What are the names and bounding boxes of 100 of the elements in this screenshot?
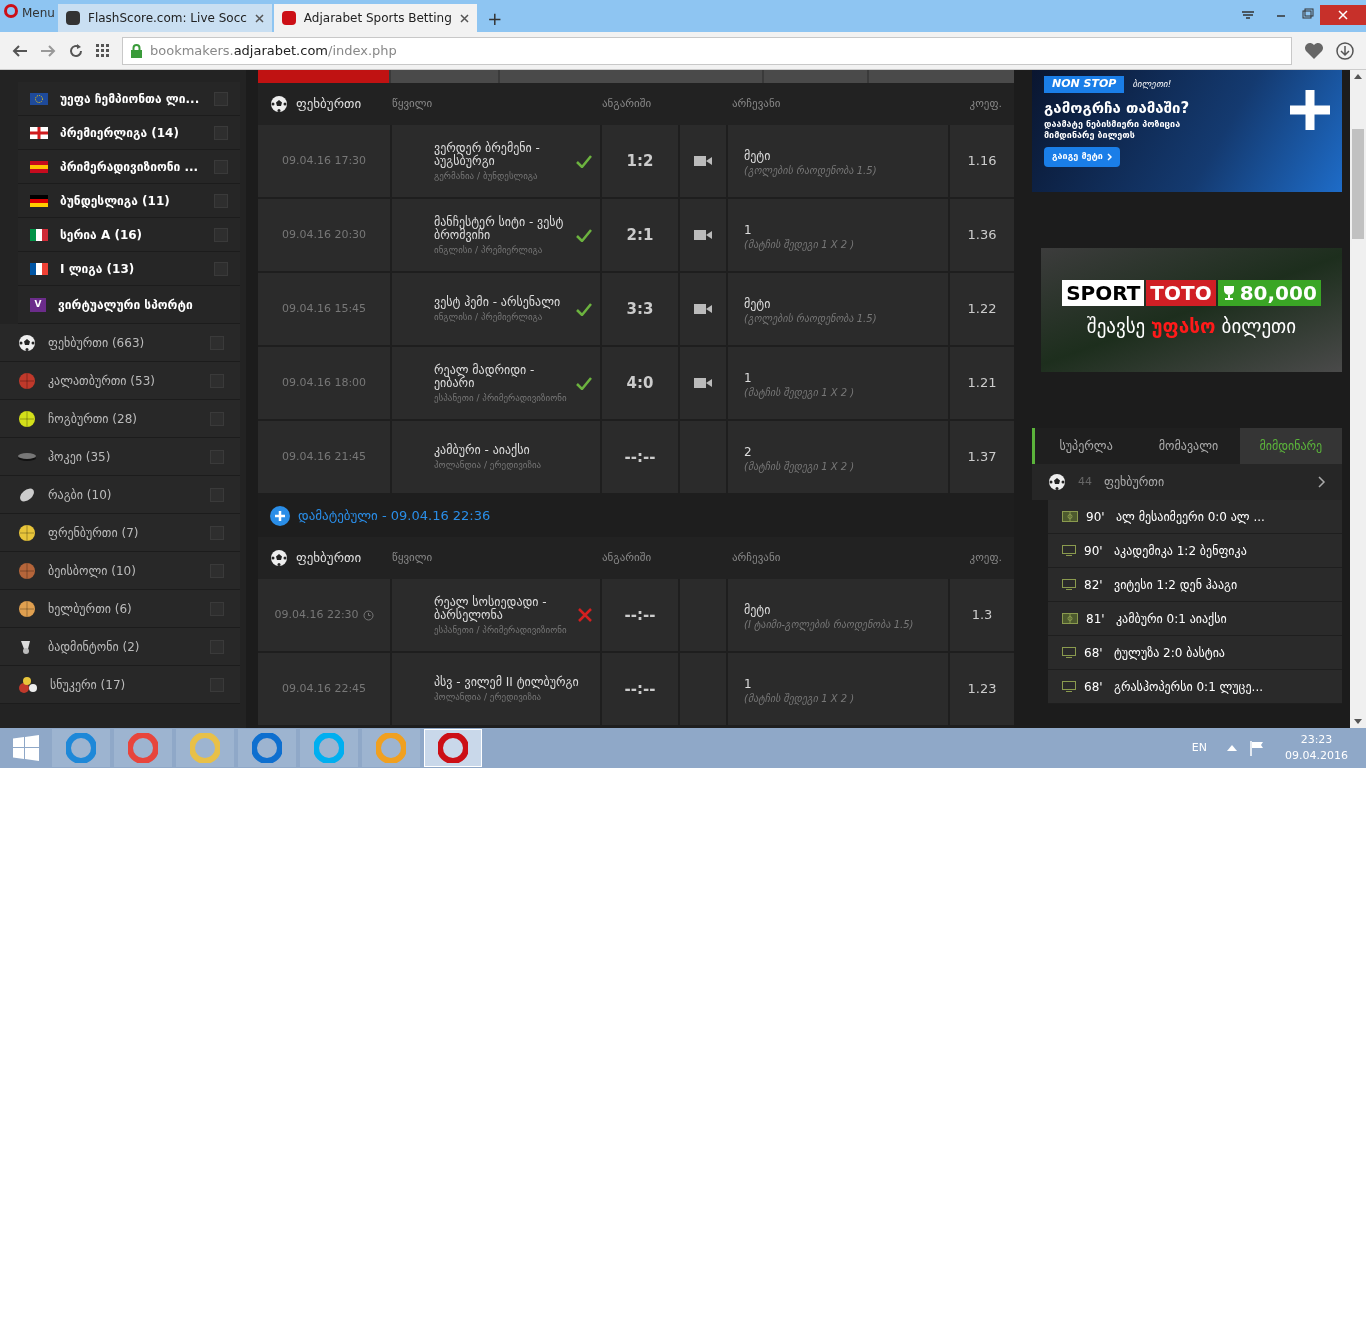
league-name: უეფა ჩემპიონთა ლი... (60, 90, 201, 108)
league-item[interactable]: უეფა ჩემპიონთა ლი... (18, 82, 240, 116)
download-icon[interactable] (1336, 41, 1354, 60)
video-camera-icon[interactable] (694, 304, 712, 314)
prize-label: 80,000 (1217, 279, 1321, 306)
sport-item[interactable]: კალათბურთი (53) (0, 362, 240, 400)
new-tab-button[interactable]: + (478, 4, 511, 32)
bet-tab[interactable] (869, 70, 1014, 83)
favicon-icon (281, 11, 296, 25)
sport-item[interactable]: ჰოკეი (35) (0, 438, 240, 476)
table-cell: 1.16 (950, 125, 1014, 197)
table-cell: 1.36 (950, 199, 1014, 271)
flag-icon (30, 126, 48, 139)
bet-tab[interactable] (764, 70, 867, 83)
sport-item[interactable]: ბეისბოლი (10) (0, 552, 240, 590)
bet-market: (მატჩის შედეგი 1 X 2 ) (744, 238, 856, 250)
column-heading: არჩევანი (732, 95, 782, 112)
browser-tab[interactable]: FlashScore.com: Live Socc (58, 4, 272, 32)
caret-up-icon[interactable] (1227, 745, 1237, 751)
table-cell: 3:3 (602, 273, 678, 345)
sport-name: ჰოკეი (35) (48, 448, 112, 466)
live-tab[interactable]: მომავალი (1137, 428, 1240, 464)
taskbar-app[interactable] (238, 729, 296, 767)
live-tab[interactable]: სუპერლა (1035, 428, 1138, 464)
opera-logo-icon (4, 4, 18, 18)
bet-market: (გოლების რაოდენობა 1.5) (744, 312, 878, 324)
browser-tab[interactable]: Adjarabet Sports Betting (273, 4, 477, 32)
match-count: 44 (1078, 473, 1092, 490)
league-item[interactable]: პრემიერლიგა (14) (18, 116, 240, 150)
close-icon[interactable] (459, 13, 469, 23)
live-match-row[interactable]: 81' კამბური 0:1 აიაქსი (1048, 602, 1342, 636)
video-camera-icon[interactable] (694, 230, 712, 240)
flag-icon[interactable] (1249, 740, 1265, 756)
league-name: I ლიგა (13) (60, 260, 136, 278)
live-match-row[interactable]: 90' ალ მესაიმეერი 0:0 ალ ... (1048, 500, 1342, 534)
plus-circle-icon[interactable] (270, 506, 290, 526)
bet-pick: 2 (744, 443, 753, 461)
live-match-row[interactable]: 68' გრასჰოპერსი 0:1 ლუცე... (1048, 670, 1342, 704)
tab-title: Adjarabet Sports Betting (303, 10, 452, 27)
sport-item[interactable]: ბადმინტონი (2) (0, 628, 240, 666)
address-field[interactable]: bookmakers.adjarabet.com/index.php (122, 36, 1292, 65)
handball-icon (18, 599, 36, 618)
scroll-up-icon[interactable] (1354, 74, 1362, 79)
league-item[interactable]: ბუნდესლიგა (11) (18, 184, 240, 218)
sport-item[interactable]: სნუკერი (17) (0, 666, 240, 704)
video-camera-icon[interactable] (694, 378, 712, 388)
live-match-row[interactable]: 68' ტულუზა 2:0 ბასტია (1048, 636, 1342, 670)
live-match-row[interactable]: 82' ვიტესი 1:2 დენ ჰააგი (1048, 568, 1342, 602)
live-match-row[interactable]: 90' აკადემიკა 1:2 ბენფიკა (1048, 534, 1342, 568)
football-icon (1048, 473, 1066, 491)
sport-item[interactable]: ხელბურთი (6) (0, 590, 240, 628)
sport-name: ჩოგბურთი (28) (48, 410, 138, 428)
sport-name: ბეისბოლი (10) (48, 562, 137, 580)
sport-name: რაგბი (10) (48, 486, 113, 504)
league-item[interactable]: სერია A (16) (18, 218, 240, 252)
league-name: პრემიერლიგა (14) (60, 124, 180, 142)
windows-logo-icon[interactable] (13, 735, 39, 761)
taskbar-app[interactable] (424, 729, 482, 767)
scrollbar-thumb[interactable] (1352, 129, 1364, 239)
bet-tab[interactable] (258, 70, 389, 83)
bet-pick: მეტი (744, 147, 772, 165)
league-item[interactable]: პრიმერადივიზიონი ... (18, 150, 240, 184)
tv-icon (1062, 545, 1076, 556)
sport-name: სნუკერი (17) (50, 676, 127, 694)
video-camera-icon[interactable] (694, 156, 712, 166)
live-tab[interactable]: მიმდინარე (1239, 428, 1342, 464)
toto-banner[interactable]: SPORT TOTO 80,000 შეავსე უფასო ბილეთი (1041, 248, 1342, 372)
match-minute: 90' (1086, 508, 1106, 526)
sport-item[interactable]: ჩოგბურთი (28) (0, 400, 240, 438)
sport-row[interactable]: 44 ფეხბურთი (1032, 464, 1342, 500)
menu-button[interactable]: Menu (0, 0, 58, 32)
puck-icon (18, 452, 36, 461)
bet-market: (მატჩის შედეგი 1 X 2 ) (744, 460, 856, 472)
match-minute: 90' (1084, 542, 1104, 560)
table-cell: 1.3 (950, 579, 1014, 651)
match-teams: მანჩესტერ სიტი - ვესტ ბრომვიჩი (434, 215, 565, 242)
heart-icon[interactable] (1304, 41, 1324, 60)
promo-banner[interactable]: NON STOP ბილეთი! გამოგრჩა თამაში? დაამატე ნებისმიერი პოზიცია მიმდინარე ბილეთს გაიგე მეტი (1032, 70, 1342, 192)
sport-item[interactable]: რაგბი (10) (0, 476, 240, 514)
promo-more-button[interactable]: გაიგე მეტი (1044, 147, 1120, 167)
speed-dial-icon[interactable] (96, 43, 110, 58)
sport-item[interactable]: ფეხბურთი (663) (0, 324, 240, 362)
match-time: 09.04.16 15:45 (281, 300, 367, 317)
back-icon[interactable] (12, 43, 28, 58)
table-cell: --:-- (602, 421, 678, 493)
football-icon (270, 549, 288, 567)
scrollbar[interactable] (1350, 70, 1366, 728)
bet-tab[interactable] (391, 70, 498, 83)
column-heading: ანგარიში (602, 549, 653, 566)
table-cell: 1.21 (950, 347, 1014, 419)
bet-tab[interactable] (500, 70, 762, 83)
league-item[interactable]: I ლიგა (13) (18, 252, 240, 286)
close-icon[interactable] (254, 13, 264, 23)
match-teams: ვესტ ჰემი - არსენალი (434, 296, 562, 309)
close-window-button[interactable] (1320, 5, 1366, 25)
league-name: სერია A (16) (60, 226, 144, 244)
sport-item[interactable]: ფრენბურთი (7) (0, 514, 240, 552)
forward-icon[interactable] (40, 43, 56, 58)
scroll-down-icon[interactable] (1354, 719, 1362, 724)
reload-icon[interactable] (68, 42, 84, 59)
